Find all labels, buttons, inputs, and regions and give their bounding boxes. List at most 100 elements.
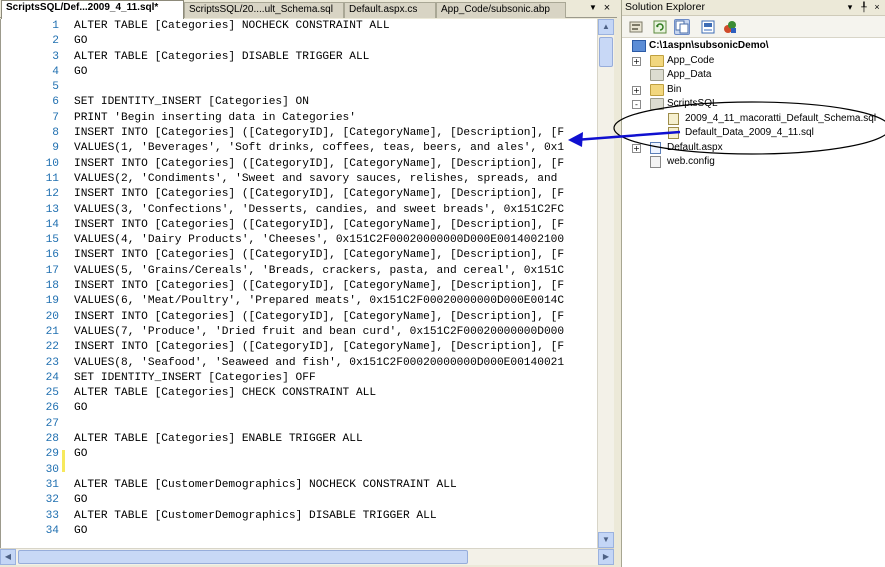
window-position-icon[interactable]: ▾ — [844, 1, 856, 14]
line-number: 16 — [45, 249, 59, 262]
code-line[interactable]: 23 VALUES(8, 'Seafood', 'Seaweed and fish… — [1, 356, 597, 371]
code-line[interactable]: 2 GO — [1, 34, 597, 49]
line-number: 24 — [45, 371, 59, 384]
horizontal-scrollbar[interactable]: ◀ ▶ — [0, 548, 614, 565]
code-line[interactable]: 5 — [1, 80, 597, 95]
line-number: 33 — [45, 509, 59, 522]
close-icon[interactable]: × — [601, 2, 613, 14]
line-number: 19 — [45, 295, 59, 308]
code-line[interactable]: 29 GO — [1, 447, 597, 462]
code-line[interactable]: 33 ALTER TABLE [CustomerDemographics] DIS… — [1, 509, 597, 524]
code-line[interactable]: 27 — [1, 417, 597, 432]
code-line[interactable]: 4 GO — [1, 65, 597, 80]
scroll-up-button[interactable]: ▲ — [598, 19, 614, 35]
code-text: INSERT INTO [Categories] ([CategoryID], … — [74, 280, 565, 293]
code-text: ALTER TABLE [Categories] NOCHECK CONSTRA… — [74, 20, 390, 32]
show-all-files-icon[interactable] — [674, 19, 690, 35]
refresh-icon[interactable] — [652, 19, 668, 35]
properties-icon[interactable] — [628, 19, 644, 35]
tree-item-label: web.config — [667, 156, 715, 167]
tree-item[interactable]: + App_Code — [622, 54, 885, 68]
line-number: 34 — [45, 524, 59, 537]
code-line[interactable]: 6 SET IDENTITY_INSERT [Categories] ON — [1, 95, 597, 110]
code-line[interactable]: 30 — [1, 463, 597, 478]
vertical-scrollbar[interactable]: ▲ ▼ — [597, 19, 614, 548]
code-text: GO — [74, 402, 88, 415]
code-line[interactable]: 14 INSERT INTO [Categories] ([CategoryID]… — [1, 218, 597, 233]
tab-default-schema-sql[interactable]: ScriptsSQL/20....ult_Schema.sql — [184, 2, 344, 18]
tree-item[interactable]: 2009_4_11_macoratti_Default_Schema.sql — [622, 112, 885, 126]
code-line[interactable]: 25 ALTER TABLE [Categories] CHECK CONSTRA… — [1, 386, 597, 401]
tree-item[interactable]: App_Data — [622, 68, 885, 82]
code-line[interactable]: 32 GO — [1, 493, 597, 508]
tree-item[interactable]: C:\1aspn\subsonicDemo\ — [622, 39, 885, 53]
tree-item[interactable]: Default_Data_2009_4_11.sql — [622, 126, 885, 140]
code-line[interactable]: 12 INSERT INTO [Categories] ([CategoryID]… — [1, 187, 597, 202]
code-line[interactable]: 22 INSERT INTO [Categories] ([CategoryID]… — [1, 340, 597, 355]
code-text: INSERT INTO [Categories] ([CategoryID], … — [74, 341, 565, 354]
code-line[interactable]: 10 INSERT INTO [Categories] ([CategoryID]… — [1, 157, 597, 172]
line-number: 11 — [45, 172, 59, 185]
code-line[interactable]: 21 VALUES(7, 'Produce', 'Dried fruit and … — [1, 325, 597, 340]
code-line[interactable]: 18 INSERT INTO [Categories] ([CategoryID]… — [1, 279, 597, 294]
tree-item[interactable]: - ScriptsSQL — [622, 97, 885, 111]
tree-item[interactable]: + Default.aspx — [622, 141, 885, 155]
code-text: VALUES(2, 'Condiments', 'Sweet and savor… — [74, 172, 558, 185]
tree-item[interactable]: + Bin — [622, 83, 885, 97]
line-number: 29 — [45, 448, 59, 461]
code-line[interactable]: 17 VALUES(5, 'Grains/Cereals', 'Breads, c… — [1, 264, 597, 279]
document-tabs: ScriptsSQL/Def...2009_4_11.sql* ScriptsS… — [0, 0, 617, 19]
code-line[interactable]: 15 VALUES(4, 'Dairy Products', 'Cheeses',… — [1, 233, 597, 248]
view-code-icon[interactable] — [700, 19, 716, 35]
scroll-left-button[interactable]: ◀ — [0, 549, 16, 565]
vertical-scroll-thumb[interactable] — [599, 37, 613, 67]
code-line[interactable]: 24 SET IDENTITY_INSERT [Categories] OFF — [1, 371, 597, 386]
auto-hide-pin-icon[interactable]: ╀ — [858, 1, 870, 14]
code-line[interactable]: 16 INSERT INTO [Categories] ([CategoryID]… — [1, 248, 597, 263]
view-designer-icon[interactable] — [722, 19, 738, 35]
code-area[interactable]: 1 ALTER TABLE [Categories] NOCHECK CONSTR… — [0, 19, 597, 548]
config-file-icon — [650, 156, 661, 168]
code-line[interactable]: 13 VALUES(3, 'Confections', 'Desserts, ca… — [1, 203, 597, 218]
code-line[interactable]: 7 PRINT 'Begin inserting data in Categori… — [1, 111, 597, 126]
line-number: 8 — [52, 127, 59, 140]
code-line[interactable]: 1 ALTER TABLE [Categories] NOCHECK CONSTR… — [1, 19, 597, 34]
code-line[interactable]: 31 ALTER TABLE [CustomerDemographics] NOC… — [1, 478, 597, 493]
code-text: VALUES(7, 'Produce', 'Dried fruit and be… — [74, 325, 565, 338]
tree-item-label: App_Code — [667, 54, 715, 66]
code-text: INSERT INTO [Categories] ([CategoryID], … — [74, 310, 565, 323]
tree-item-label: Bin — [667, 83, 682, 95]
code-line[interactable]: 26 GO — [1, 401, 597, 416]
collapse-icon[interactable]: - — [632, 100, 641, 109]
close-icon[interactable]: × — [871, 1, 883, 14]
dropdown-arrow-icon[interactable]: ▼ — [587, 2, 599, 14]
scroll-right-button[interactable]: ▶ — [598, 549, 614, 565]
sql-file-icon — [668, 112, 679, 125]
tab-subsonic-abp[interactable]: App_Code/subsonic.abp — [436, 2, 566, 18]
tab-default-data-sql[interactable]: ScriptsSQL/Def...2009_4_11.sql* — [1, 0, 184, 19]
horizontal-scroll-thumb[interactable] — [18, 550, 468, 564]
tab-default-aspx-cs[interactable]: Default.aspx.cs — [344, 2, 436, 18]
code-line[interactable]: 9 VALUES(1, 'Beverages', 'Soft drinks, co… — [1, 141, 597, 156]
folder-icon — [650, 69, 664, 81]
code-text: VALUES(6, 'Meat/Poultry', 'Prepared meat… — [74, 295, 565, 308]
code-line[interactable]: 19 VALUES(6, 'Meat/Poultry', 'Prepared me… — [1, 294, 597, 309]
line-number: 32 — [45, 494, 59, 507]
tree-item-label: App_Data — [667, 69, 712, 80]
tree-item[interactable]: web.config — [622, 155, 885, 169]
expand-icon[interactable]: + — [632, 85, 641, 95]
line-number: 6 — [52, 96, 59, 109]
code-line[interactable]: 20 INSERT INTO [Categories] ([CategoryID]… — [1, 310, 597, 325]
code-line[interactable]: 3 ALTER TABLE [Categories] DISABLE TRIGGE… — [1, 50, 597, 65]
code-text: GO — [74, 448, 88, 461]
expand-icon[interactable]: + — [632, 56, 641, 66]
scroll-down-button[interactable]: ▼ — [598, 532, 614, 548]
line-number: 18 — [45, 280, 59, 293]
code-line[interactable]: 34 GO — [1, 524, 597, 539]
expand-icon[interactable]: + — [632, 143, 641, 153]
code-line[interactable]: 8 INSERT INTO [Categories] ([CategoryID],… — [1, 126, 597, 141]
code-text: VALUES(3, 'Confections', 'Desserts, cand… — [74, 203, 565, 216]
code-line[interactable]: 28 ALTER TABLE [Categories] ENABLE TRIGGE… — [1, 432, 597, 447]
code-line[interactable]: 11 VALUES(2, 'Condiments', 'Sweet and sav… — [1, 172, 597, 187]
code-text: INSERT INTO [Categories] ([CategoryID], … — [74, 157, 565, 170]
